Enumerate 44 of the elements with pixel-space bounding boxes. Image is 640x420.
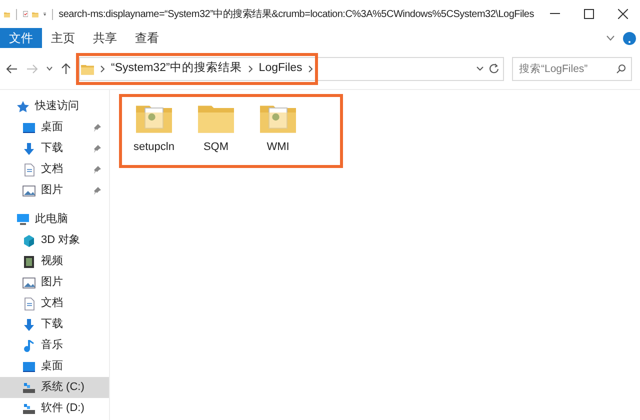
sidebar-label: 软件 (D:) <box>41 401 84 416</box>
sidebar-label: 3D 对象 <box>41 233 80 248</box>
sidebar-label: 视频 <box>41 254 63 270</box>
sidebar-item[interactable]: 桌面 <box>0 356 109 377</box>
window-title: search-ms:displayname=“System32”中的搜索结果&crumb=location:C%3A%5CWindows%5CSystem32\LogFiles <box>58 8 534 22</box>
sidebar-label: 下载 <box>41 317 63 332</box>
file-name: WMI <box>266 140 290 155</box>
sidebar-label: 图片 <box>41 183 63 198</box>
sidebar-label: 桌面 <box>41 120 63 136</box>
file-item[interactable]: SQM <box>192 99 240 156</box>
sidebar-item[interactable]: 软件 (D:) <box>0 398 109 419</box>
ribbon-tab[interactable]: 查看 <box>126 28 168 48</box>
sidebar-label: 图片 <box>41 275 63 290</box>
ribbon-tab[interactable]: 主页 <box>42 28 84 48</box>
sidebar-item[interactable]: 视频 <box>0 251 109 272</box>
sidebar-item[interactable]: 文档 <box>0 159 109 180</box>
sidebar-item[interactable]: 图片 <box>0 180 109 201</box>
sidebar-item[interactable]: 图片 <box>0 272 109 293</box>
breadcrumb-item[interactable]: LogFiles <box>258 60 302 78</box>
sidebar-label: 音乐 <box>41 338 63 354</box>
sidebar-label: 文档 <box>41 296 63 312</box>
file-name: SQM <box>203 140 229 155</box>
search-field[interactable]: 搜索“LogFiles” <box>512 56 632 80</box>
sidebar-item[interactable]: 桌面 <box>0 117 109 138</box>
sidebar-item[interactable]: 下载 <box>0 138 109 159</box>
sidebar-item[interactable]: 此电脑 <box>0 209 109 230</box>
sidebar-label: 系统 (C:) <box>41 380 84 396</box>
file-item[interactable]: WMI <box>254 99 302 156</box>
sidebar-item[interactable]: 3D 对象 <box>0 230 109 251</box>
sidebar-item[interactable]: 音乐 <box>0 335 109 356</box>
breadcrumb-item[interactable]: “System32”中的搜索结果 <box>111 60 242 78</box>
file-item[interactable]: setupcln <box>130 99 178 156</box>
sidebar-label: 桌面 <box>41 358 63 374</box>
sidebar-item[interactable]: 快速访问 <box>0 96 109 117</box>
sidebar-label: 此电脑 <box>35 212 68 228</box>
sidebar-item[interactable]: 文档 <box>0 293 109 314</box>
sidebar-item[interactable]: 系统 (C:) <box>0 377 109 398</box>
sidebar-label: 快速访问 <box>35 98 79 114</box>
file-name: setupcln <box>134 140 174 155</box>
ribbon-tab[interactable]: 文件 <box>0 28 42 48</box>
sidebar-label: 文档 <box>41 162 63 178</box>
sidebar-item[interactable]: 下载 <box>0 314 109 335</box>
sidebar-label: 下载 <box>41 141 63 156</box>
ribbon-tab[interactable]: 共享 <box>84 28 126 48</box>
